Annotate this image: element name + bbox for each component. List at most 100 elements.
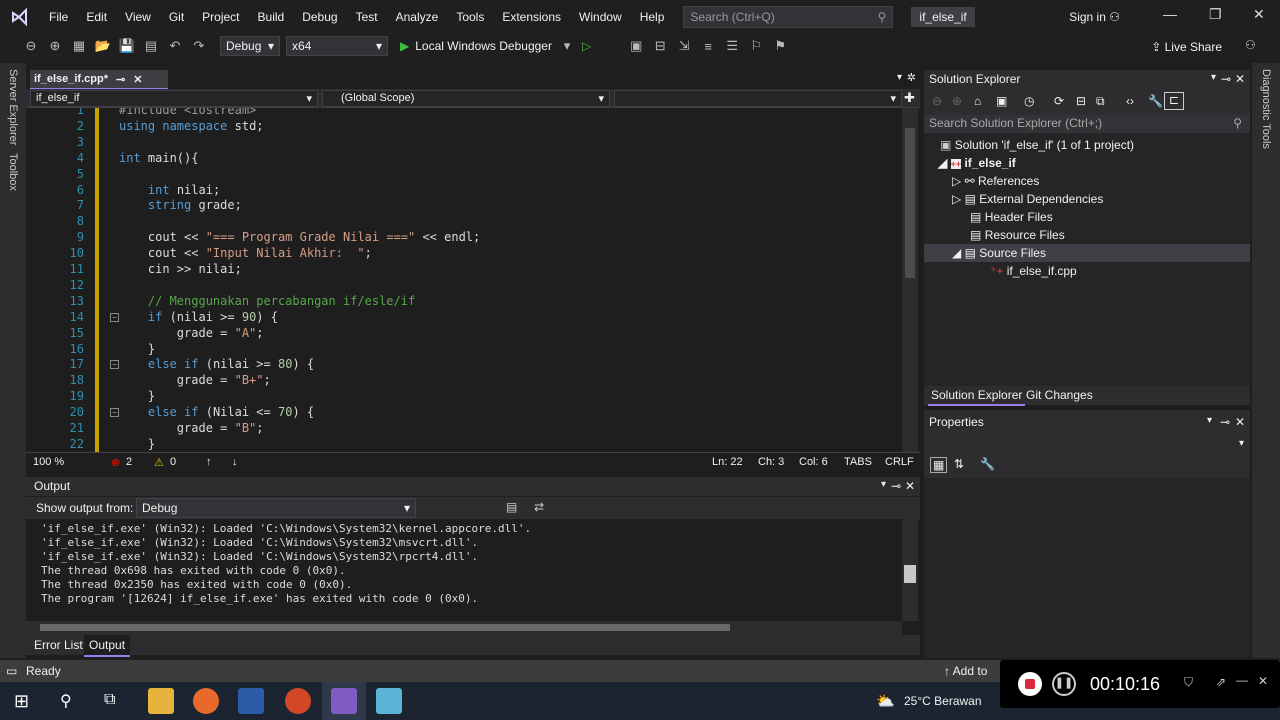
close-icon[interactable]: ✕ (1253, 6, 1265, 23)
solution-node[interactable]: ▣ Solution 'if_else_if' (1 of 1 project) (940, 138, 1134, 152)
step-icon[interactable]: ⇲ (675, 38, 693, 54)
collapse-all-icon[interactable]: ⊟ (1076, 94, 1086, 108)
menu-project[interactable]: Project (193, 10, 248, 24)
file-explorer-icon[interactable] (148, 688, 174, 714)
member-dropdown[interactable]: ▾ (614, 90, 902, 107)
close-icon[interactable]: ✕ (1235, 415, 1245, 429)
code-line[interactable]: else if (nilai >= 80) { (119, 357, 314, 371)
code-line[interactable]: cout << "=== Program Grade Nilai ===" <<… (119, 230, 480, 244)
code-line[interactable]: cout << "Input Nilai Akhir: "; (119, 246, 372, 260)
configuration-select[interactable]: Debug ▾ (220, 36, 280, 56)
tab-solution-explorer[interactable]: Solution Explorer (928, 386, 1026, 406)
new-project-icon[interactable]: ▦ (70, 38, 88, 54)
minimize-icon[interactable]: — (1236, 673, 1248, 687)
code-line[interactable]: #include <iostream> (119, 108, 256, 117)
clear-all-icon[interactable]: ▤ (506, 500, 517, 514)
solution-search-input[interactable]: Search Solution Explorer (Ctrl+;) ⚲ (924, 115, 1250, 133)
pending-changes-icon[interactable]: ◷ (1024, 94, 1034, 108)
tree-item-source-files[interactable]: ◢ ▤ Source Files (924, 244, 1250, 262)
redo-icon[interactable]: ↷ (190, 38, 208, 54)
chevron-down-icon[interactable]: ▾ (558, 38, 576, 54)
code-line[interactable]: grade = "B+"; (119, 373, 271, 387)
save-all-icon[interactable]: ▤ (142, 38, 160, 54)
editor-vertical-scrollbar[interactable] (902, 108, 918, 452)
pin-icon[interactable]: ⊸ (1221, 72, 1231, 86)
menu-tools[interactable]: Tools (447, 10, 493, 24)
menu-window[interactable]: Window (570, 10, 631, 24)
comment-icon[interactable]: ≡ (699, 39, 717, 54)
firefox-icon[interactable] (193, 688, 219, 714)
weather-text[interactable]: 25°C Berawan (904, 694, 982, 708)
menu-edit[interactable]: Edit (77, 10, 116, 24)
search-input[interactable]: Search (Ctrl+Q) ⚲ (683, 5, 894, 28)
warning-icon[interactable]: ⚠ (154, 456, 164, 469)
start-debugging-button[interactable]: Local Windows Debugger (415, 39, 552, 53)
error-icon[interactable]: ⊗ (111, 456, 120, 469)
scroll-thumb[interactable] (40, 624, 730, 631)
output-vertical-scrollbar[interactable] (902, 519, 918, 621)
menu-build[interactable]: Build (249, 10, 294, 24)
windows-start-icon[interactable]: ⊞ (14, 691, 29, 712)
code-line[interactable]: grade = "A"; (119, 326, 264, 340)
prev-issue-icon[interactable]: ↑ (206, 456, 212, 468)
tree-item-resource-files[interactable]: ▤ Resource Files (970, 228, 1065, 242)
output-source-select[interactable]: Debug ▾ (136, 498, 416, 518)
code-line[interactable]: using namespace std; (119, 119, 264, 133)
preview-icon[interactable]: ⊏ (1164, 92, 1184, 110)
word-wrap-icon[interactable]: ⇄ (534, 500, 544, 514)
code-line[interactable]: else if (Nilai <= 70) { (119, 405, 314, 419)
start-without-debugging-icon[interactable]: ▷ (582, 39, 591, 53)
menu-file[interactable]: File (40, 10, 77, 24)
search-icon[interactable]: ⚲ (60, 691, 72, 711)
menu-view[interactable]: View (116, 10, 160, 24)
split-icon[interactable]: ✚ (904, 90, 915, 106)
tree-item-header-files[interactable]: ▤ Header Files (970, 210, 1053, 224)
undo-icon[interactable]: ↶ (166, 38, 184, 54)
alphabetical-icon[interactable]: ⇅ (954, 457, 964, 471)
add-to-source-control[interactable]: ↑ Add to (944, 664, 987, 678)
browse-icon[interactable]: ▣ (627, 38, 645, 54)
collapse-region-icon[interactable]: − (110, 312, 119, 322)
code-line[interactable]: if (nilai >= 90) { (119, 310, 278, 324)
tab-list-dropdown-icon[interactable]: ▾ (897, 72, 902, 83)
code-line[interactable]: grade = "B"; (119, 421, 264, 435)
categorized-icon[interactable]: ▦ (930, 457, 948, 473)
menu-git[interactable]: Git (160, 10, 193, 24)
pin-icon[interactable]: ⊸ (891, 479, 901, 493)
output-horizontal-scrollbar[interactable] (26, 621, 902, 635)
code-line[interactable]: } (119, 342, 155, 356)
code-line[interactable]: string grade; (119, 198, 242, 212)
visual-studio-taskbar-item[interactable] (322, 682, 366, 720)
sign-in-link[interactable]: Sign in ⚇ (1069, 10, 1120, 24)
server-explorer-tab[interactable]: Server Explorer (7, 69, 19, 145)
tree-item-external-dependencies[interactable]: ▷ ▤ External Dependencies (952, 192, 1103, 206)
tab-output[interactable]: Output (84, 635, 131, 657)
maximize-icon[interactable]: ❐ (1209, 6, 1222, 23)
stop-record-button[interactable] (1018, 672, 1042, 696)
project-dropdown[interactable]: if_else_if ▾ (30, 90, 318, 107)
task-view-icon[interactable]: ⧉ (104, 691, 115, 709)
bookmark-prev-icon[interactable]: ⚑ (771, 38, 789, 54)
pause-icon[interactable]: ❚❚ (1052, 672, 1076, 696)
minimize-icon[interactable]: — (1163, 6, 1177, 22)
tab-error-list[interactable]: Error List (34, 638, 83, 652)
code-line[interactable]: int nilai; (119, 183, 220, 197)
bookmark-icon[interactable]: ⚐ (747, 38, 765, 54)
close-icon[interactable]: ✕ (905, 479, 915, 493)
uncomment-icon[interactable]: ☰ (723, 38, 741, 54)
save-icon[interactable]: 💾 (118, 38, 136, 54)
tree-item-cpp-file[interactable]: ⁺+ if_else_if.cpp (990, 264, 1077, 278)
chevron-down-icon[interactable]: ▾ (1207, 415, 1212, 426)
scope-dropdown[interactable]: (Global Scope) ▾ (322, 90, 610, 107)
back-icon[interactable]: ⊖ (22, 38, 40, 54)
next-issue-icon[interactable]: ↓ (232, 456, 238, 468)
tab-if-else-if-cpp[interactable]: if_else_if.cpp* ⊸ ✕ (30, 70, 168, 90)
switch-views-icon[interactable]: ▣ (996, 94, 1007, 108)
menu-debug[interactable]: Debug (293, 10, 346, 24)
powerpoint-icon[interactable] (285, 688, 311, 714)
menu-test[interactable]: Test (347, 10, 387, 24)
back-icon[interactable]: ⊖ (932, 94, 942, 108)
layout-icon[interactable]: ⊟ (651, 38, 669, 54)
toolbox-tab[interactable]: Toolbox (7, 153, 19, 191)
feedback-icon[interactable]: ⚇ (1245, 38, 1256, 52)
